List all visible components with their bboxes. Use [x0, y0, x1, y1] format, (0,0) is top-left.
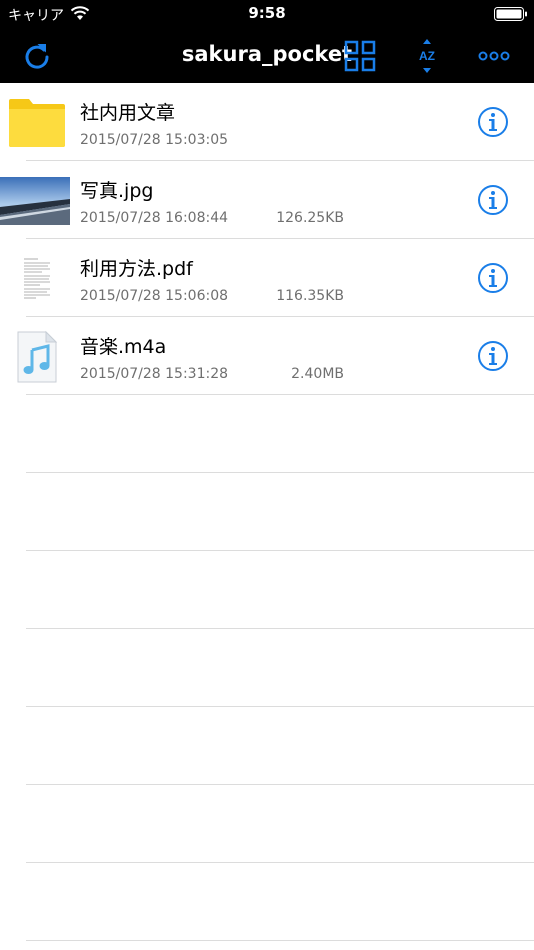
empty-row	[26, 473, 534, 551]
status-time: 9:58	[248, 4, 286, 22]
info-icon[interactable]	[477, 184, 509, 216]
info-icon[interactable]	[477, 340, 509, 372]
top-bar: キャリア 9:58 sakura_pocket AZ	[0, 0, 534, 83]
file-row[interactable]: 利用方法.pdf 2015/07/28 15:06:08 116.35KB	[20, 239, 534, 317]
file-date: 2015/07/28 16:08:44	[80, 210, 229, 226]
file-size: 126.25KB	[276, 210, 344, 226]
file-date: 2015/07/28 15:06:08	[80, 288, 229, 304]
page-title: sakura_pocket	[181, 42, 353, 66]
svg-text:AZ: AZ	[419, 49, 435, 63]
empty-row	[26, 395, 534, 473]
status-bar: キャリア 9:58	[0, 0, 534, 28]
file-size: 2.40MB	[291, 366, 344, 382]
file-row[interactable]: 社内用文章 2015/07/28 15:03:05	[9, 83, 534, 161]
sort-az-icon: AZ	[419, 39, 435, 73]
music-note-icon	[17, 330, 58, 383]
folder-icon	[9, 99, 65, 147]
file-name: 音楽.m4a	[80, 336, 167, 358]
info-icon[interactable]	[477, 106, 509, 138]
file-size: 116.35KB	[276, 288, 344, 304]
file-row[interactable]: 写真.jpg 2015/07/28 16:08:44 126.25KB	[0, 161, 534, 239]
empty-row	[26, 863, 534, 941]
more-button[interactable]	[474, 36, 514, 76]
image-thumbnail	[0, 173, 70, 229]
nav-bar: sakura_pocket AZ	[0, 28, 534, 83]
pdf-thumbnail	[6, 251, 68, 307]
grid-view-button[interactable]	[340, 36, 380, 76]
file-list: 社内用文章 2015/07/28 15:03:05 写真.jpg 2015/07…	[0, 83, 534, 941]
empty-row	[26, 785, 534, 863]
file-name: 写真.jpg	[80, 180, 154, 202]
photo-thumbnail-icon	[0, 177, 70, 225]
audio-thumbnail	[6, 329, 68, 385]
sort-button[interactable]: AZ	[407, 36, 447, 76]
battery-icon	[494, 7, 527, 21]
grid-view-icon	[344, 40, 376, 72]
document-icon	[20, 254, 54, 304]
file-date: 2015/07/28 15:03:05	[80, 132, 229, 148]
more-icon	[478, 51, 510, 61]
file-date: 2015/07/28 15:31:28	[80, 366, 229, 382]
file-name: 社内用文章	[80, 102, 176, 124]
folder-thumbnail	[6, 95, 68, 151]
empty-row	[26, 629, 534, 707]
empty-row	[26, 551, 534, 629]
empty-row	[26, 707, 534, 785]
file-row[interactable]: 音楽.m4a 2015/07/28 15:31:28 2.40MB	[17, 317, 534, 395]
file-name: 利用方法.pdf	[80, 258, 193, 280]
info-icon[interactable]	[477, 262, 509, 294]
